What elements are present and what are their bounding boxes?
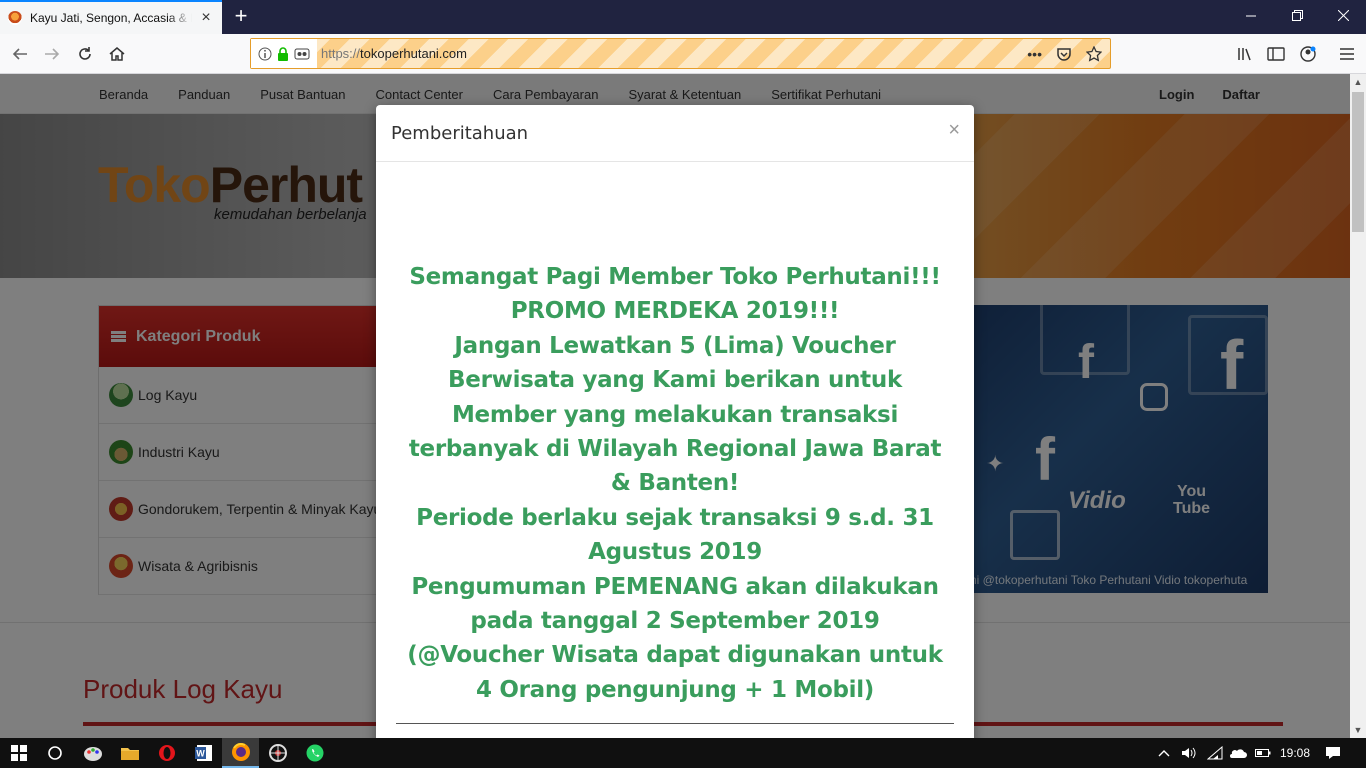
site-identity[interactable] bbox=[251, 39, 317, 68]
tab-strip: Kayu Jati, Sengon, Accasia & Lainnya × + bbox=[0, 0, 1366, 34]
bookmark-star-icon[interactable] bbox=[1086, 45, 1102, 62]
tab-title: Kayu Jati, Sengon, Accasia & Lainnya bbox=[30, 11, 192, 25]
app-icon[interactable] bbox=[259, 738, 296, 768]
web-page: Beranda Panduan Pusat Bantuan Contact Ce… bbox=[0, 74, 1350, 738]
menu-icon[interactable] bbox=[1333, 40, 1361, 68]
browser-tab-active[interactable]: Kayu Jati, Sengon, Accasia & Lainnya × bbox=[0, 0, 222, 34]
show-hidden-icons-icon[interactable] bbox=[1158, 738, 1170, 768]
reload-icon[interactable] bbox=[71, 40, 99, 68]
whatsapp-icon[interactable] bbox=[296, 738, 333, 768]
clock[interactable]: 19:08 bbox=[1280, 738, 1310, 768]
battery-icon[interactable] bbox=[1255, 738, 1271, 768]
firefox-icon[interactable] bbox=[222, 738, 259, 768]
info-icon[interactable] bbox=[258, 47, 272, 61]
word-icon[interactable]: W bbox=[185, 738, 222, 768]
page-scrollbar[interactable]: ▲ ▼ bbox=[1350, 74, 1366, 738]
scrollbar-thumb[interactable] bbox=[1352, 92, 1364, 232]
opera-icon[interactable] bbox=[148, 738, 185, 768]
taskbar: W 19:08 bbox=[0, 738, 1366, 768]
paint-app-icon[interactable] bbox=[74, 738, 111, 768]
scroll-up-icon[interactable]: ▲ bbox=[1350, 74, 1366, 90]
promo-line: Jangan Lewatkan 5 (Lima) Voucher Berwisa… bbox=[408, 332, 942, 497]
promo-line: (@Voucher Wisata dapat digunakan untuk 4… bbox=[407, 642, 943, 703]
back-icon[interactable] bbox=[6, 40, 34, 68]
page-actions-icon[interactable]: ••• bbox=[1027, 46, 1042, 62]
modal-close-icon[interactable]: × bbox=[948, 119, 960, 142]
modal-title: Pemberitahuan bbox=[391, 123, 529, 144]
scroll-down-icon[interactable]: ▼ bbox=[1350, 722, 1366, 738]
minimize-window-icon[interactable] bbox=[1228, 0, 1274, 34]
promo-line: Semangat Pagi Member Toko Perhutani!!! bbox=[409, 264, 941, 290]
modal-divider bbox=[396, 723, 954, 724]
notice-modal: Pemberitahuan × Semangat Pagi Member Tok… bbox=[376, 105, 974, 738]
lock-icon bbox=[277, 46, 288, 61]
svg-text:W: W bbox=[196, 749, 205, 759]
action-center-icon[interactable] bbox=[1325, 738, 1341, 768]
url-text[interactable]: https://tokoperhutani.com bbox=[321, 46, 1027, 61]
home-icon[interactable] bbox=[103, 40, 131, 68]
onedrive-icon[interactable] bbox=[1229, 738, 1247, 768]
site-favicon-icon bbox=[8, 11, 22, 25]
forward-icon[interactable] bbox=[38, 40, 66, 68]
tracking-protection-icon[interactable] bbox=[294, 47, 310, 61]
new-tab-button[interactable]: + bbox=[228, 4, 254, 30]
restore-window-icon[interactable] bbox=[1274, 0, 1320, 34]
modal-header: Pemberitahuan × bbox=[376, 105, 974, 162]
pocket-icon[interactable] bbox=[1056, 46, 1072, 62]
url-host: tokoperhutani.com bbox=[360, 46, 467, 61]
library-icon[interactable] bbox=[1231, 40, 1259, 68]
account-icon[interactable] bbox=[1294, 40, 1322, 68]
wifi-icon[interactable] bbox=[1207, 738, 1223, 768]
close-tab-icon[interactable]: × bbox=[198, 9, 214, 27]
address-bar[interactable]: https://tokoperhutani.com ••• bbox=[250, 38, 1111, 69]
windows-start-icon[interactable] bbox=[0, 738, 37, 768]
promo-line: Periode berlaku sejak transaksi 9 s.d. 3… bbox=[416, 504, 934, 566]
browser-toolbar: https://tokoperhutani.com ••• bbox=[0, 34, 1366, 74]
close-window-icon[interactable] bbox=[1320, 0, 1366, 34]
promo-line: Pengumuman PEMENANG akan dilakukan pada … bbox=[411, 573, 939, 635]
sidebar-icon[interactable] bbox=[1262, 40, 1290, 68]
search-icon[interactable] bbox=[36, 738, 73, 768]
url-scheme: https:// bbox=[321, 46, 361, 61]
modal-body: Semangat Pagi Member Toko Perhutani!!! P… bbox=[376, 162, 974, 707]
file-explorer-icon[interactable] bbox=[111, 738, 148, 768]
promo-line: PROMO MERDEKA 2019!!! bbox=[510, 298, 840, 325]
volume-icon[interactable] bbox=[1181, 738, 1197, 768]
